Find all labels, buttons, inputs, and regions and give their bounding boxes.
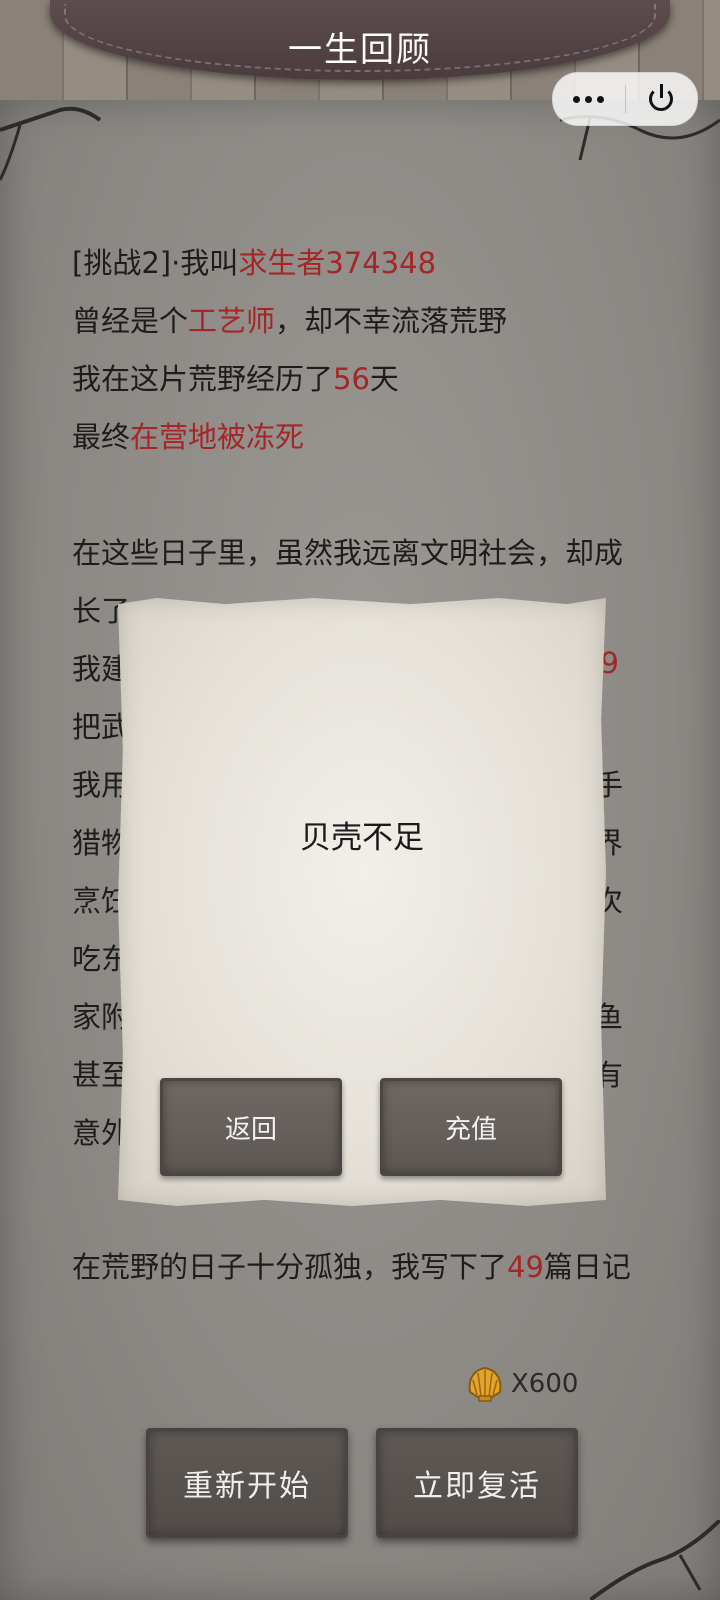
story-text: 曾经是个 [72,304,189,338]
player-name: 求生者374348 [238,246,437,280]
story-line: 我用 [72,768,131,802]
story-line: 在这些日子里，虽然我远离文明社会，却成 [72,536,624,570]
story-line: 我在这片荒野经历了56天 [72,356,399,398]
cost-amount: X600 [511,1369,579,1399]
power-icon [649,84,674,111]
dialog-message: 贝壳不足 [300,820,424,856]
restart-button[interactable]: 重新开始 [146,1428,348,1538]
recharge-button[interactable]: 充值 [380,1078,562,1176]
more-dots-icon [573,95,605,103]
page-title: 一生回顾 [288,30,432,70]
player-job: 工艺师 [188,304,276,338]
story-line: 最终在营地被冻死 [72,414,304,456]
story-text: 我在这片荒野经历了 [72,362,334,396]
story-text: 最终 [72,420,131,454]
death-cause: 在营地被冻死 [130,420,305,454]
revive-button[interactable]: 立即复活 [376,1428,578,1538]
survival-days: 56 [333,362,370,396]
more-button[interactable] [553,73,625,125]
story-line: 把武 [72,710,131,744]
story-line: 甚至 [72,1058,131,1092]
back-button[interactable]: 返回 [160,1078,342,1176]
close-miniprogram-button[interactable] [626,73,698,125]
story-text: ，却不幸流落荒野 [275,304,508,338]
story-text: 在荒野的日子十分孤独，我写下了 [72,1250,508,1284]
vine-decoration-bottom-right [590,1520,720,1600]
story-text: 篇日记 [543,1250,631,1284]
vine-decoration-top-left [0,106,102,181]
story-text: 天 [369,362,399,396]
revive-cost: X600 [465,1362,578,1406]
story-line: 曾经是个工艺师，却不幸流落荒野 [72,298,507,340]
story-line: 在荒野的日子十分孤独，我写下了49篇日记 [72,1244,631,1286]
story-text: [挑战2]·我叫 [72,246,239,280]
insufficient-shells-dialog: 贝壳不足 返回 充值 [118,598,606,1206]
shell-icon [468,1366,502,1402]
diary-count: 49 [507,1250,544,1284]
miniprogram-capsule [552,72,698,126]
story-line: [挑战2]·我叫求生者374348 [72,240,436,282]
